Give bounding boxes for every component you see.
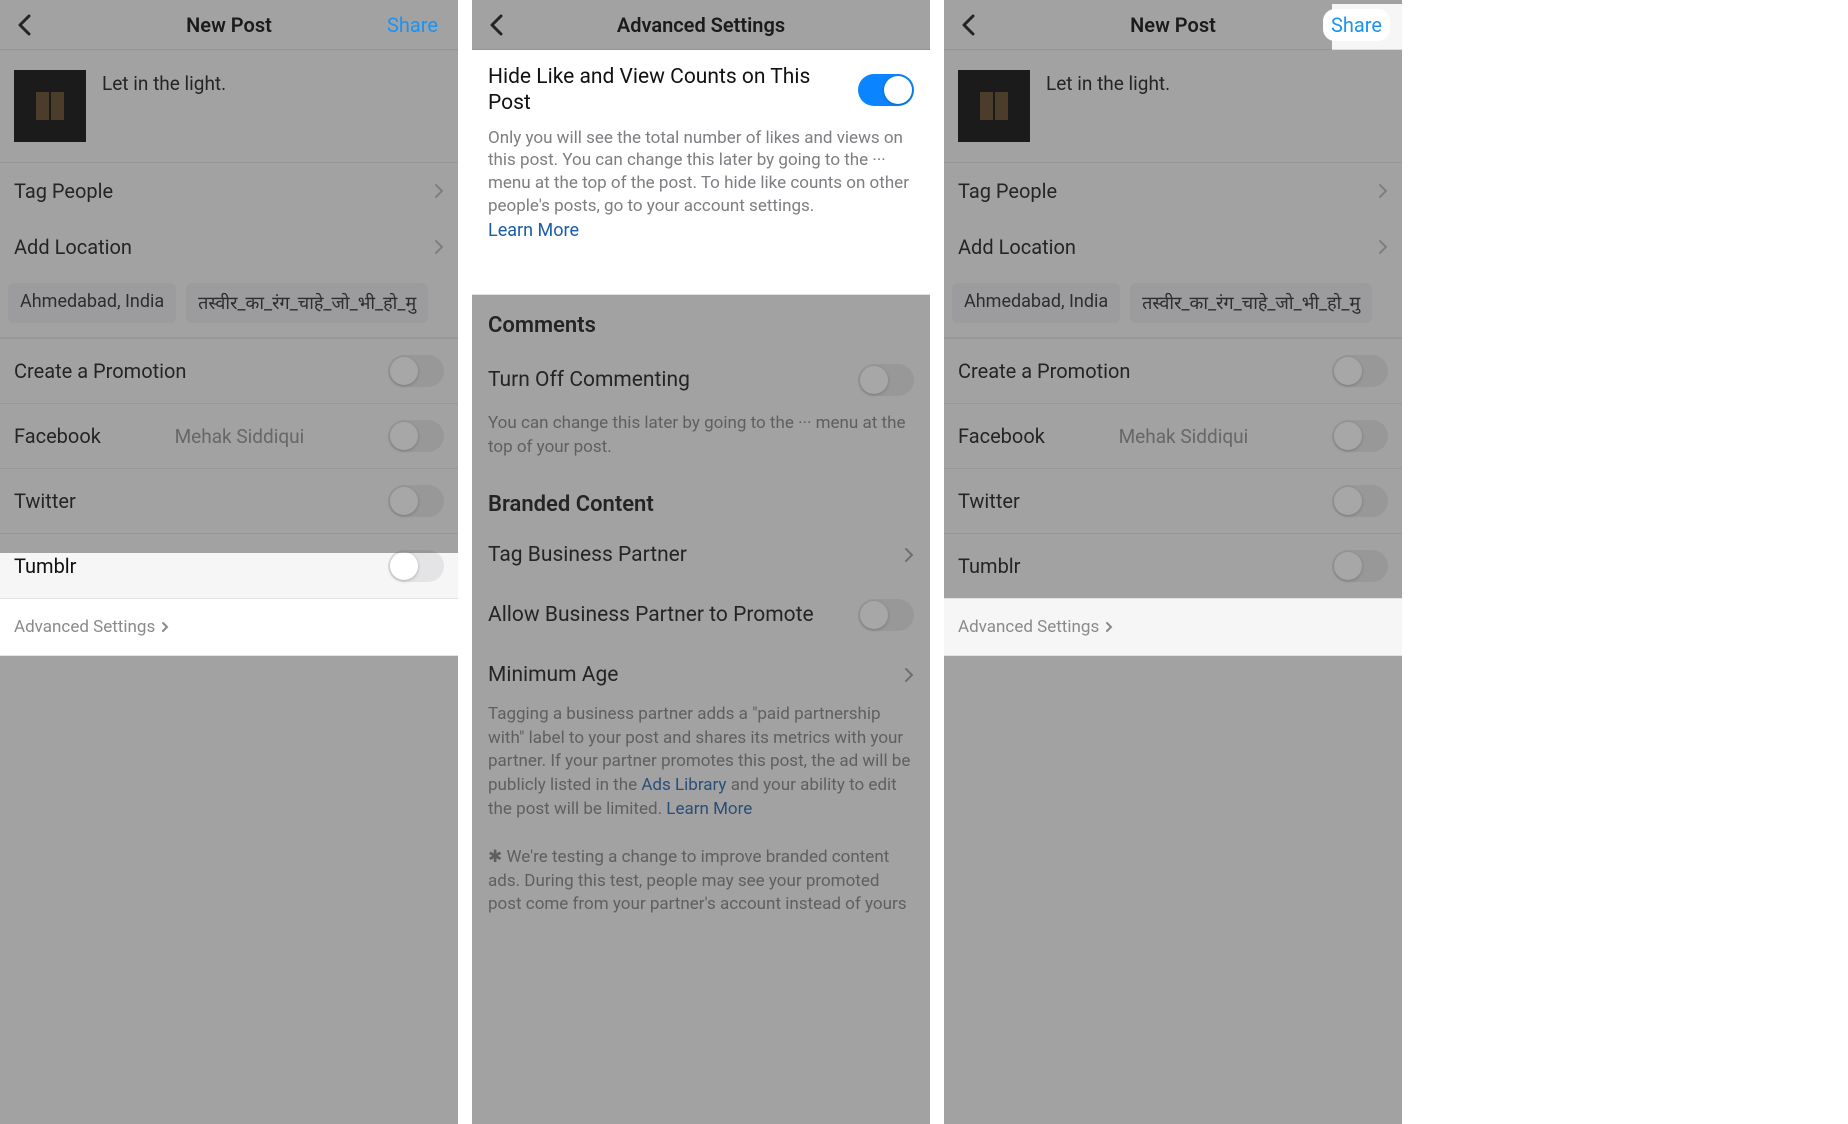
back-button[interactable] — [956, 13, 980, 37]
row-label: Twitter — [958, 489, 1020, 513]
hide-likes-description: Only you will see the total number of li… — [488, 127, 914, 219]
facebook-toggle[interactable] — [1332, 420, 1388, 452]
chevron-right-icon — [161, 621, 169, 633]
learn-more-link[interactable]: Learn More — [488, 220, 579, 241]
row-label: Create a Promotion — [958, 359, 1130, 383]
chevron-right-icon — [434, 239, 444, 255]
caption-row: Let in the light. — [0, 50, 458, 162]
facebook-row[interactable]: Facebook Mehak Siddiqui — [944, 403, 1402, 468]
learn-more-link[interactable]: Learn More — [666, 799, 752, 819]
row-label: Allow Business Partner to Promote — [488, 603, 814, 627]
header: New Post Share — [944, 0, 1402, 50]
twitter-toggle[interactable] — [1332, 485, 1388, 517]
add-location-row[interactable]: Add Location — [944, 219, 1402, 275]
location-chip[interactable]: तस्वीर_का_रंग_चाहे_जो_भी_हो_मु — [1130, 283, 1372, 323]
post-thumbnail[interactable] — [958, 70, 1030, 142]
chevron-right-icon — [434, 183, 444, 199]
row-label: Turn Off Commenting — [488, 368, 690, 392]
allow-partner-promote-row[interactable]: Allow Business Partner to Promote — [472, 583, 930, 647]
tumblr-toggle[interactable] — [388, 550, 444, 582]
comments-heading: Comments — [472, 295, 930, 348]
chevron-left-icon — [961, 14, 975, 36]
panel-advanced-settings: Advanced Settings Hide Like and View Cou… — [472, 0, 930, 1124]
page-title: Advanced Settings — [472, 13, 930, 37]
row-label: Advanced Settings — [14, 617, 155, 637]
share-button[interactable]: Share — [1323, 9, 1390, 41]
header: New Post Share — [0, 0, 458, 50]
row-label: Add Location — [958, 235, 1076, 259]
tag-people-row[interactable]: Tag People — [0, 162, 458, 219]
chevron-right-icon — [904, 667, 914, 683]
tumblr-row[interactable]: Tumblr — [0, 533, 458, 598]
facebook-account-label: Mehak Siddiqui — [175, 425, 305, 448]
share-button[interactable]: Share — [379, 9, 446, 41]
panel-new-post-1: New Post Share Let in the light. Tag Peo… — [0, 0, 458, 1124]
row-label: Tag People — [958, 179, 1057, 203]
row-label: Tag Business Partner — [488, 543, 687, 567]
facebook-account-label: Mehak Siddiqui — [1119, 425, 1249, 448]
chevron-left-icon — [17, 14, 31, 36]
advanced-settings-row[interactable]: Advanced Settings — [944, 598, 1402, 656]
create-promotion-row[interactable]: Create a Promotion — [0, 338, 458, 403]
row-label: Minimum Age — [488, 663, 618, 687]
chevron-right-icon — [904, 547, 914, 563]
row-label: Tumblr — [958, 554, 1020, 578]
row-label: Tag People — [14, 179, 113, 203]
hide-likes-section: Hide Like and View Counts on This Post O… — [472, 50, 930, 259]
chevron-right-icon — [1378, 183, 1388, 199]
branded-content-heading: Branded Content — [472, 474, 930, 527]
row-label: Advanced Settings — [958, 617, 1099, 637]
caption-input[interactable]: Let in the light. — [1046, 70, 1170, 95]
row-label: Twitter — [14, 489, 76, 513]
header: Advanced Settings — [472, 0, 930, 50]
twitter-row[interactable]: Twitter — [944, 468, 1402, 533]
minimum-age-row[interactable]: Minimum Age — [472, 647, 930, 703]
row-label: Create a Promotion — [14, 359, 186, 383]
create-promotion-row[interactable]: Create a Promotion — [944, 338, 1402, 403]
location-chip[interactable]: Ahmedabad, India — [952, 283, 1120, 323]
allow-promote-toggle[interactable] — [858, 599, 914, 631]
promotion-toggle[interactable] — [1332, 355, 1388, 387]
promotion-toggle[interactable] — [388, 355, 444, 387]
post-thumbnail[interactable] — [14, 70, 86, 142]
chevron-left-icon — [489, 14, 503, 36]
row-label: Facebook — [958, 424, 1045, 448]
ads-library-link[interactable]: Ads Library — [641, 775, 726, 795]
caption-row: Let in the light. — [944, 50, 1402, 162]
commenting-description: You can change this later by going to th… — [472, 412, 930, 474]
advanced-settings-row[interactable]: Advanced Settings — [0, 598, 458, 656]
row-label: Tumblr — [14, 554, 76, 578]
back-button[interactable] — [12, 13, 36, 37]
facebook-toggle[interactable] — [388, 420, 444, 452]
twitter-toggle[interactable] — [388, 485, 444, 517]
section-spacer — [472, 259, 930, 295]
tumblr-row[interactable]: Tumblr — [944, 533, 1402, 598]
tag-people-row[interactable]: Tag People — [944, 162, 1402, 219]
facebook-row[interactable]: Facebook Mehak Siddiqui — [0, 403, 458, 468]
back-button[interactable] — [484, 13, 508, 37]
row-label: Add Location — [14, 235, 132, 259]
turn-off-commenting-row[interactable]: Turn Off Commenting — [472, 348, 930, 412]
location-chip[interactable]: तस्वीर_का_रंग_चाहे_जो_भी_हो_मु — [186, 283, 428, 323]
row-label: Facebook — [14, 424, 101, 448]
tag-business-partner-row[interactable]: Tag Business Partner — [472, 527, 930, 583]
location-suggestions: Ahmedabad, India तस्वीर_का_रंग_चाहे_जो_भ… — [944, 275, 1402, 338]
commenting-toggle[interactable] — [858, 364, 914, 396]
panel-new-post-2: New Post Share Let in the light. Tag Peo… — [944, 0, 1402, 1124]
add-location-row[interactable]: Add Location — [0, 219, 458, 275]
twitter-row[interactable]: Twitter — [0, 468, 458, 533]
tumblr-toggle[interactable] — [1332, 550, 1388, 582]
location-suggestions: Ahmedabad, India तस्वीर_का_रंग_चाहे_जो_भ… — [0, 275, 458, 338]
chevron-right-icon — [1105, 621, 1113, 633]
caption-input[interactable]: Let in the light. — [102, 70, 226, 95]
hide-likes-toggle[interactable] — [858, 74, 914, 106]
hide-likes-title: Hide Like and View Counts on This Post — [488, 64, 858, 117]
branded-content-description: Tagging a business partner adds a "paid … — [472, 703, 930, 836]
location-chip[interactable]: Ahmedabad, India — [8, 283, 176, 323]
chevron-right-icon — [1378, 239, 1388, 255]
branded-content-footnote: ✱ We're testing a change to improve bran… — [472, 836, 930, 931]
